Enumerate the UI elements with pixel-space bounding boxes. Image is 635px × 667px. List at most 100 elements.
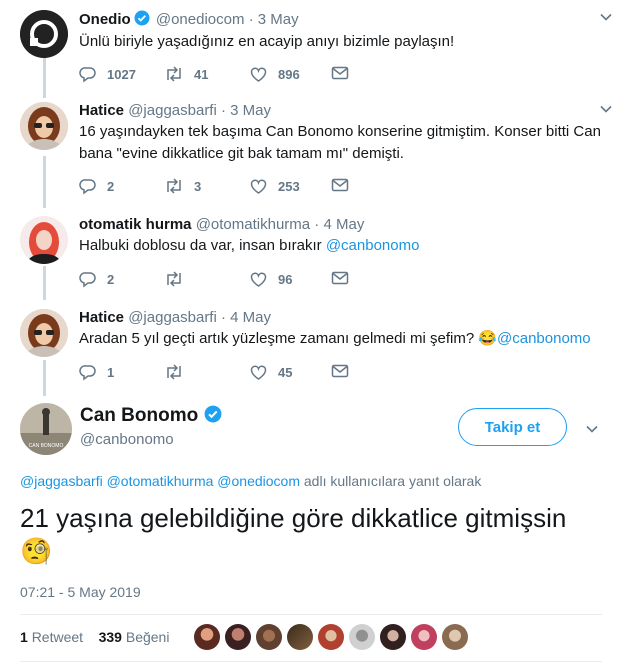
like-stat[interactable]: 339 Beğeni bbox=[99, 629, 170, 645]
chevron-down-icon[interactable] bbox=[599, 10, 613, 24]
tweet-time[interactable]: 3 May bbox=[230, 102, 271, 119]
user-handle[interactable]: @onediocom bbox=[156, 11, 245, 28]
direct-message-button[interactable] bbox=[331, 363, 349, 379]
chevron-down-icon[interactable] bbox=[585, 422, 599, 436]
tweet-timestamp[interactable]: 07:21 - 5 May 2019 bbox=[20, 584, 141, 600]
main-user-handle[interactable]: @canbonomo bbox=[80, 431, 174, 448]
display-name[interactable]: Onedio bbox=[79, 11, 131, 28]
avatar[interactable] bbox=[20, 309, 68, 357]
separator-dot: · bbox=[220, 102, 226, 119]
reply-context: @jaggasbarfi @otomatikhurma @onediocom a… bbox=[20, 473, 481, 489]
retweet-button[interactable] bbox=[164, 363, 184, 381]
separator-dot: · bbox=[314, 216, 320, 233]
tweet-time[interactable]: 4 May bbox=[323, 216, 364, 233]
like-button[interactable]: 253 bbox=[249, 177, 300, 195]
retweet-count: 41 bbox=[194, 66, 209, 82]
divider bbox=[20, 614, 602, 615]
user-photo-icon bbox=[20, 216, 68, 264]
retweet-icon bbox=[167, 364, 181, 380]
tweet-text: Aradan 5 yıl geçti artık yüzleşme zamanı… bbox=[79, 328, 609, 350]
thread-line bbox=[43, 360, 46, 396]
heart-icon bbox=[250, 365, 267, 380]
divider bbox=[20, 661, 602, 662]
thread-line bbox=[43, 266, 46, 300]
retweet-icon bbox=[167, 271, 181, 287]
retweet-button[interactable] bbox=[164, 270, 184, 288]
liker-avatar[interactable] bbox=[194, 624, 220, 650]
separator-dot: · bbox=[248, 11, 254, 28]
like-count: 896 bbox=[278, 66, 300, 82]
reply-button[interactable]: 1027 bbox=[79, 65, 136, 83]
like-count: 96 bbox=[278, 271, 293, 287]
reply-count: 2 bbox=[107, 178, 115, 194]
display-name[interactable]: Can Bonomo bbox=[80, 405, 198, 426]
reply-button[interactable]: 1 bbox=[79, 363, 114, 381]
reply-button[interactable]: 2 bbox=[79, 270, 114, 288]
tweet-time[interactable]: 4 May bbox=[230, 309, 271, 326]
display-name[interactable]: Hatice bbox=[79, 102, 124, 119]
liker-avatar[interactable] bbox=[256, 624, 282, 650]
reply-to-suffix: adlı kullanıcılara yanıt olarak bbox=[300, 473, 482, 489]
chevron-down-icon[interactable] bbox=[599, 102, 613, 116]
main-display-name[interactable]: Can Bonomo bbox=[80, 405, 224, 429]
tweet-text-body: Aradan 5 yıl geçti artık yüzleşme zamanı… bbox=[79, 330, 479, 347]
liker-avatar[interactable] bbox=[318, 624, 344, 650]
direct-message-button[interactable] bbox=[331, 177, 349, 193]
reply-button[interactable]: 2 bbox=[79, 177, 114, 195]
avatar[interactable] bbox=[20, 102, 68, 150]
envelope-icon bbox=[331, 178, 349, 192]
avatar[interactable] bbox=[20, 10, 68, 58]
liker-avatar[interactable] bbox=[411, 624, 437, 650]
envelope-icon bbox=[331, 271, 349, 285]
reply-to-mentions[interactable]: @jaggasbarfi @otomatikhurma @onediocom bbox=[20, 473, 300, 489]
liker-avatar[interactable] bbox=[442, 624, 468, 650]
reply-count: 1027 bbox=[107, 66, 136, 82]
main-tweet-text: 21 yaşına gelebildiğine göre dikkatlice … bbox=[20, 502, 580, 568]
main-tweet-body: 21 yaşına gelebildiğine göre dikkatlice … bbox=[20, 503, 567, 533]
verified-badge-icon bbox=[204, 405, 222, 429]
display-name[interactable]: Hatice bbox=[79, 309, 124, 326]
tweet-text: Ünlü biriyle yaşadığınız en acayip anıyı… bbox=[79, 33, 455, 50]
retweet-count: 3 bbox=[194, 178, 202, 194]
mention-link[interactable]: @canbonomo bbox=[326, 237, 420, 254]
retweet-stat-label: Retweet bbox=[31, 629, 84, 645]
tweet-time[interactable]: 3 May bbox=[258, 11, 299, 28]
like-button[interactable]: 45 bbox=[249, 363, 292, 381]
avatar[interactable]: CAN BONOMO bbox=[20, 403, 72, 455]
retweet-stat[interactable]: 1 Retweet bbox=[20, 629, 83, 645]
user-handle[interactable]: @jaggasbarfi bbox=[128, 102, 217, 119]
tweet-text-body: Halbuki doblosu da var, insan bırakır bbox=[79, 237, 326, 254]
user-handle[interactable]: @otomatikhurma bbox=[196, 216, 310, 233]
tweet-text: Halbuki doblosu da var, insan bırakır @c… bbox=[79, 235, 609, 257]
laughing-emoji: 😂 bbox=[478, 330, 498, 347]
tweet-header: Onedio @onediocom · 3 May bbox=[79, 10, 299, 30]
avatar[interactable] bbox=[20, 216, 68, 264]
mention-link[interactable]: @canbonomo bbox=[497, 330, 591, 347]
tweet-stats: 1 Retweet 339 Beğeni bbox=[20, 629, 169, 645]
direct-message-button[interactable] bbox=[331, 65, 349, 81]
heart-icon bbox=[250, 272, 267, 287]
display-name[interactable]: otomatik hurma bbox=[79, 216, 192, 233]
verified-badge-icon bbox=[134, 10, 150, 30]
like-button[interactable]: 896 bbox=[249, 65, 300, 83]
tweet-header: Hatice @jaggasbarfi · 4 May bbox=[79, 309, 271, 326]
reply-count: 1 bbox=[107, 364, 115, 380]
avatar-caption: CAN BONOMO bbox=[29, 443, 64, 449]
direct-message-button[interactable] bbox=[331, 270, 349, 286]
like-count: 253 bbox=[278, 178, 300, 194]
follow-button[interactable]: Takip et bbox=[458, 408, 567, 446]
retweet-button[interactable]: 41 bbox=[164, 65, 208, 83]
liker-avatar[interactable] bbox=[349, 624, 375, 650]
tweet-header: Hatice @jaggasbarfi · 3 May bbox=[79, 102, 271, 119]
retweet-button[interactable]: 3 bbox=[164, 177, 201, 195]
liker-avatar[interactable] bbox=[225, 624, 251, 650]
user-handle[interactable]: @jaggasbarfi bbox=[128, 309, 217, 326]
heart-icon bbox=[250, 67, 267, 82]
thread-line bbox=[43, 156, 46, 208]
like-button[interactable]: 96 bbox=[249, 270, 292, 288]
envelope-icon bbox=[331, 66, 349, 80]
like-stat-label: Beğeni bbox=[125, 629, 170, 645]
liker-avatar[interactable] bbox=[287, 624, 313, 650]
tweet-header: otomatik hurma @otomatikhurma · 4 May bbox=[79, 216, 364, 233]
liker-avatar[interactable] bbox=[380, 624, 406, 650]
